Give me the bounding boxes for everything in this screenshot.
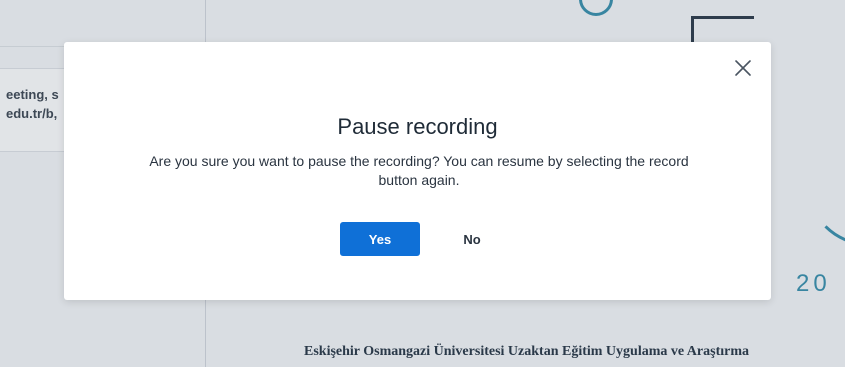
pause-recording-dialog: Pause recording Are you sure you want to… [64, 42, 771, 300]
close-icon [735, 60, 751, 76]
yes-button[interactable]: Yes [340, 222, 420, 256]
no-button[interactable]: No [444, 222, 500, 256]
dialog-message: Are you sure you want to pause the recor… [149, 153, 689, 188]
close-button[interactable] [733, 58, 753, 78]
dialog-title: Pause recording [337, 114, 498, 139]
